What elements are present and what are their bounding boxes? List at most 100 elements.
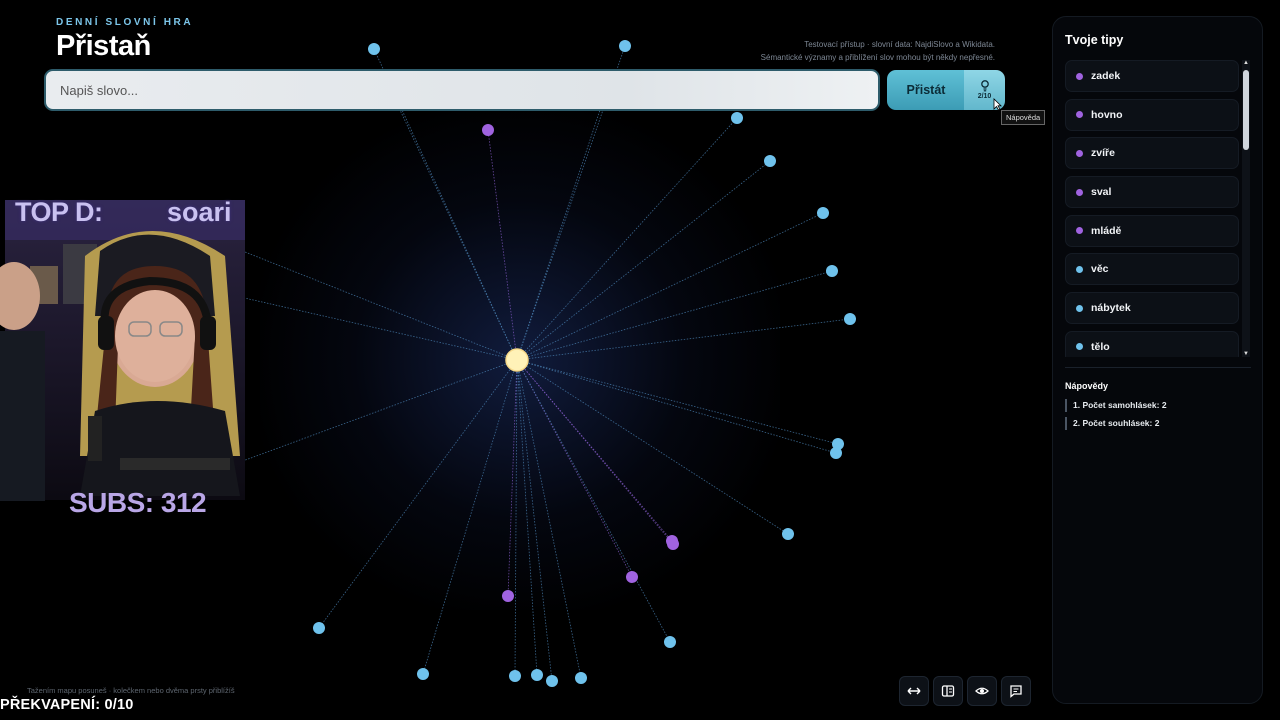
scroll-thumb[interactable] (1243, 70, 1249, 150)
game-subtitle: DENNÍ SLOVNÍ HRA (56, 17, 194, 28)
word-node[interactable] (764, 155, 776, 167)
guess-dot-icon (1076, 72, 1083, 80)
info-line-2: Sémantické významy a přiblížení slov moh… (760, 53, 995, 62)
word-input[interactable] (46, 71, 878, 109)
page-title: Přistaň (56, 30, 151, 62)
graph-edge (516, 109, 601, 361)
visibility-button[interactable] (967, 676, 997, 706)
word-node[interactable] (313, 622, 325, 634)
center-map-button[interactable] (899, 676, 929, 706)
guess-dot-icon (1076, 304, 1083, 312)
word-node[interactable] (509, 670, 521, 682)
guess-item[interactable]: zvíře (1065, 137, 1239, 170)
word-node[interactable] (667, 538, 679, 550)
lightbulb-icon (980, 80, 989, 92)
graph-edge (516, 359, 673, 542)
guess-item[interactable]: hovno (1065, 98, 1239, 131)
guess-item[interactable]: zadek (1065, 60, 1239, 92)
guess-word: tělo (1091, 340, 1110, 353)
guess-word: nábytek (1091, 302, 1131, 315)
graph-edge (516, 160, 771, 361)
info-line-1: Testovací přístup · slovní data: NajdiSl… (804, 40, 995, 49)
graph-edge (399, 109, 518, 361)
hint-count: 2/10 (977, 93, 992, 100)
graph-edge (516, 359, 839, 445)
guess-word: zvíře (1091, 147, 1115, 160)
webcam-top-name: soari (167, 197, 232, 227)
scroll-up-icon[interactable]: ▲ (1242, 60, 1250, 66)
word-node[interactable] (368, 43, 380, 55)
word-node[interactable] (731, 112, 743, 124)
graph-edge (422, 359, 518, 675)
panel-divider (1065, 367, 1251, 368)
hint-item: 2. Počet souhlásek: 2 (1065, 417, 1159, 430)
graph-edge (318, 359, 518, 629)
word-node[interactable] (482, 124, 494, 136)
guess-dot-icon (1076, 149, 1083, 157)
arrows-horizontal-icon (907, 687, 921, 695)
hint-item: 1. Počet samohlásek: 2 (1065, 399, 1167, 412)
guess-item[interactable]: nábytek (1065, 292, 1239, 325)
guess-item[interactable]: sval (1065, 176, 1239, 209)
mouse-cursor-icon (993, 98, 1002, 111)
graph-edge (239, 359, 518, 463)
graph-edge (516, 359, 674, 545)
word-node[interactable] (531, 669, 543, 681)
surprise-counter: PŘEKVAPENÍ: 0/10 (0, 697, 134, 713)
scroll-down-icon[interactable]: ▼ (1242, 351, 1250, 357)
land-button[interactable]: Přistát (887, 70, 965, 110)
graph-edge (516, 359, 837, 454)
panel-title: Tvoje tipy (1065, 33, 1124, 47)
graph-edge (516, 359, 671, 643)
graph-edge (507, 359, 518, 597)
guess-word: zadek (1091, 70, 1121, 82)
word-node[interactable] (502, 590, 514, 602)
word-node[interactable] (619, 40, 631, 52)
guess-word: sval (1091, 186, 1112, 199)
word-node[interactable] (826, 265, 838, 277)
webcam-subs-label: SUBS: 312 (69, 487, 207, 518)
guess-word: mládě (1091, 224, 1122, 237)
guess-item[interactable]: tělo (1065, 330, 1239, 357)
guess-list-scrollbar[interactable]: ▲ ▼ (1242, 60, 1250, 357)
guess-dot-icon (1076, 188, 1083, 196)
guess-item[interactable]: věc (1065, 253, 1239, 286)
graph-edge (516, 359, 582, 679)
feedback-button[interactable] (1001, 676, 1031, 706)
guess-list[interactable]: zadek hovno zvíře sval mládě věc nábytek tělo (1065, 60, 1239, 357)
hint-tooltip: Nápověda (1001, 110, 1046, 125)
guess-dot-icon (1076, 265, 1083, 273)
word-node[interactable] (844, 313, 856, 325)
webcam-overlay (0, 200, 245, 501)
map-help-text: Tažením mapu posuneš · kolečkem nebo dvě… (27, 686, 235, 695)
word-node[interactable] (664, 636, 676, 648)
eye-icon (975, 687, 989, 695)
word-node[interactable] (546, 675, 558, 687)
word-node[interactable] (817, 207, 829, 219)
toggle-panel-button[interactable] (933, 676, 963, 706)
comment-icon (1010, 685, 1022, 698)
graph-edge (516, 318, 851, 361)
guess-item[interactable]: mládě (1065, 214, 1239, 247)
search-box (44, 69, 880, 111)
word-node[interactable] (830, 447, 842, 459)
word-node[interactable] (575, 672, 587, 684)
info-text: Testovací přístup · slovní data: NajdiSl… (665, 38, 995, 64)
hints-title: Nápovědy (1065, 381, 1109, 391)
target-node[interactable] (505, 348, 529, 372)
guess-dot-icon (1076, 227, 1083, 235)
webcam-top-label: TOP D: (15, 197, 103, 227)
graph-edge (514, 359, 518, 677)
guess-panel: Tvoje tipy zadek hovno zvíře sval mládě věc ná… (1052, 16, 1263, 704)
word-node[interactable] (626, 571, 638, 583)
graph-edge (516, 117, 738, 361)
guess-word: věc (1091, 263, 1109, 276)
word-node[interactable] (782, 528, 794, 540)
guess-word: hovno (1091, 108, 1123, 121)
graph-edge (487, 129, 518, 361)
map-toolbar (899, 676, 1031, 706)
graph-edge (516, 359, 789, 535)
panel-layout-icon (941, 685, 955, 697)
word-node[interactable] (417, 668, 429, 680)
guess-dot-icon (1076, 343, 1083, 351)
